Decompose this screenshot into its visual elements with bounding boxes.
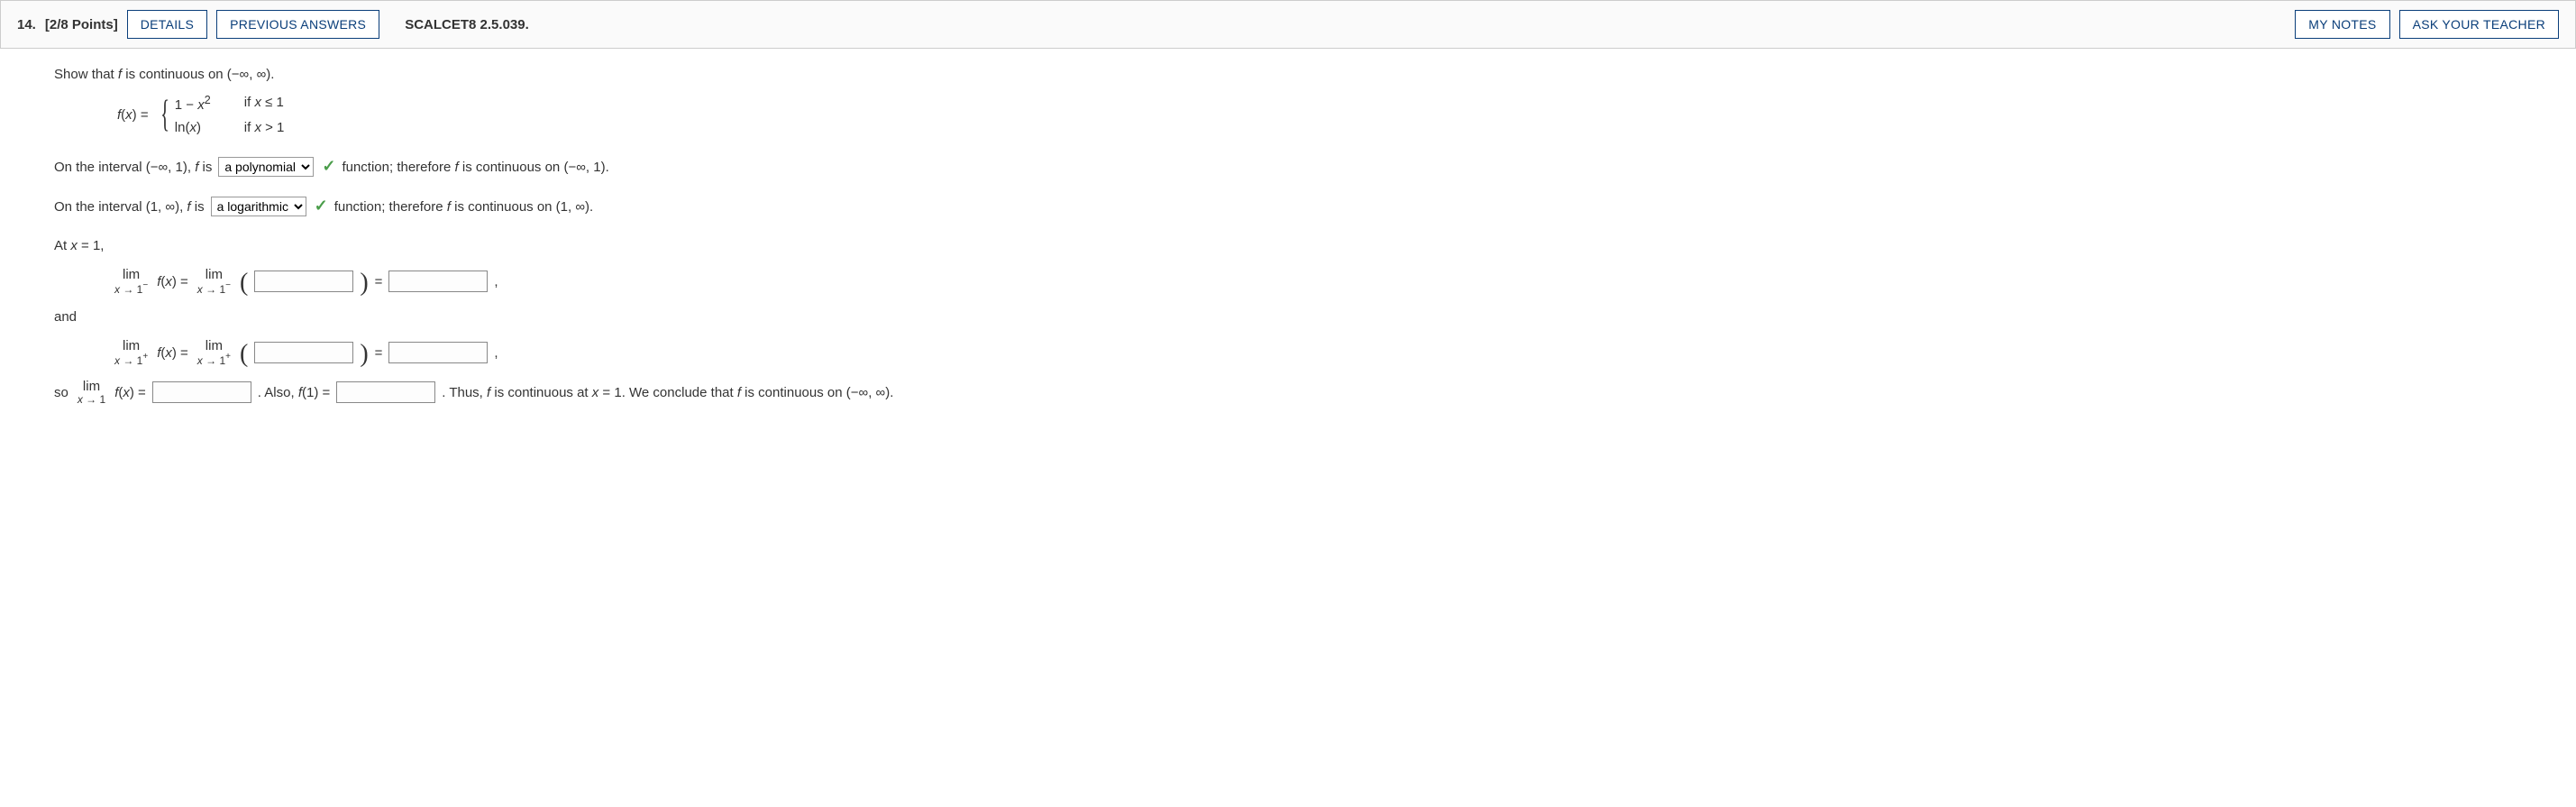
piecewise-definition: f(x) = { 1 − x2 if x ≤ 1 ln(x) if x > 1 bbox=[117, 93, 2522, 137]
question-header: 14. [2/8 Points] DETAILS PREVIOUS ANSWER… bbox=[0, 0, 2576, 49]
fx-lhs-eq: ) = bbox=[132, 107, 149, 123]
statement-line-1: On the interval (−∞, 1), f is a polynomi… bbox=[54, 153, 2522, 180]
piece2-x: x bbox=[189, 120, 196, 135]
lim-top: lim bbox=[83, 380, 100, 393]
and-label: and bbox=[54, 307, 2522, 326]
piece1-a: 1 − bbox=[175, 97, 197, 113]
lim-sub-arrow: → 1 bbox=[203, 354, 225, 367]
eq: = bbox=[134, 385, 146, 400]
l1-t4: is continuous on (−∞, 1). bbox=[459, 160, 609, 175]
comma: , bbox=[494, 344, 498, 362]
fx-lhs-x: x bbox=[125, 107, 132, 123]
also-b: (1) = bbox=[302, 385, 330, 400]
right-limit-row: lim x → 1+ f(x) = lim x → 1+ ( ) = , bbox=[112, 339, 2522, 366]
fx-x: x bbox=[165, 274, 172, 289]
two-sided-limit-input[interactable] bbox=[152, 381, 251, 403]
lim-sub-sign: + bbox=[142, 352, 148, 362]
paren-open-icon: ( bbox=[240, 345, 248, 363]
l1-t1: On the interval (−∞, 1), bbox=[54, 160, 195, 175]
lim-sub-arrow: → 1 bbox=[83, 393, 105, 406]
l1-t3: function; therefore bbox=[342, 160, 454, 175]
piece1-cond-x: x bbox=[254, 95, 261, 110]
previous-answers-button[interactable]: PREVIOUS ANSWERS bbox=[216, 10, 379, 39]
thus-c: = 1. We conclude that bbox=[598, 385, 737, 400]
left-limit-value-input[interactable] bbox=[388, 271, 488, 292]
check-icon: ✓ bbox=[322, 155, 335, 178]
l2-t4: is continuous on (1, ∞). bbox=[451, 199, 593, 215]
at-t2: = 1, bbox=[78, 238, 105, 253]
right-limit-expression-input[interactable] bbox=[254, 342, 353, 363]
question-content: Show that f is continuous on (−∞, ∞). f(… bbox=[0, 49, 2576, 436]
lim-notation: lim x → 1− bbox=[114, 268, 148, 295]
lim-notation: lim x → 1− bbox=[197, 268, 231, 295]
lim-top: lim bbox=[123, 268, 140, 281]
paren-open-icon: ( bbox=[240, 274, 248, 292]
check-icon: ✓ bbox=[315, 195, 328, 217]
piece1-cond-a: if bbox=[244, 95, 255, 110]
comma: , bbox=[494, 272, 498, 291]
thus-a: . Thus, bbox=[442, 385, 487, 400]
so-text: so bbox=[54, 383, 69, 402]
prompt-t2: is continuous on (−∞, ∞). bbox=[122, 67, 274, 82]
lim-top: lim bbox=[206, 339, 223, 353]
piece2-c: ) bbox=[196, 120, 201, 135]
brace-icon: { bbox=[160, 102, 169, 128]
l2-t1: On the interval (1, ∞), bbox=[54, 199, 187, 215]
lim-sub-arrow: → 1 bbox=[203, 283, 225, 296]
l2-t3: function; therefore bbox=[334, 199, 447, 215]
eq2: = bbox=[375, 272, 383, 291]
piece2-cond-x: x bbox=[254, 120, 261, 135]
piece1-cond-c: ≤ 1 bbox=[261, 95, 284, 110]
piece2-cond-c: > 1 bbox=[261, 120, 284, 135]
function-type-select-2[interactable]: a logarithmic a polynomial bbox=[211, 197, 306, 216]
conclusion-row: so lim x → 1 f(x) = . Also, f(1) = . Thu… bbox=[54, 379, 2522, 406]
piece2-a: ln( bbox=[175, 120, 190, 135]
piece1-x: x bbox=[197, 97, 205, 113]
ask-teacher-button[interactable]: ASK YOUR TEACHER bbox=[2399, 10, 2559, 39]
at-t1: At bbox=[54, 238, 70, 253]
function-type-select-1[interactable]: a polynomial a logarithmic bbox=[218, 157, 314, 177]
lim-notation: lim x → 1+ bbox=[114, 339, 148, 366]
my-notes-button[interactable]: MY NOTES bbox=[2295, 10, 2389, 39]
eq: = bbox=[177, 345, 188, 361]
question-number: 14. bbox=[17, 17, 36, 32]
also-a: . Also, bbox=[258, 385, 298, 400]
lim-notation: lim x → 1 bbox=[78, 380, 105, 405]
statement-line-2: On the interval (1, ∞), f is a logarithm… bbox=[54, 193, 2522, 220]
l2-t2: is bbox=[191, 199, 205, 215]
lim-top: lim bbox=[206, 268, 223, 281]
prompt-text: Show that f is continuous on (−∞, ∞). bbox=[54, 65, 2522, 84]
fx-x: x bbox=[165, 345, 172, 361]
l1-t2: is bbox=[198, 160, 212, 175]
prompt-t1: Show that bbox=[54, 67, 118, 82]
at-x: x bbox=[70, 238, 78, 253]
source-reference: SCALCET8 2.5.039. bbox=[405, 17, 529, 32]
lim-sub-arrow: → 1 bbox=[120, 354, 142, 367]
paren-close-icon: ) bbox=[360, 274, 368, 292]
lim-sub-sign: − bbox=[225, 280, 231, 290]
paren-close-icon: ) bbox=[360, 345, 368, 363]
points-label: [2/8 Points] bbox=[45, 17, 118, 32]
lim-sub-arrow: → 1 bbox=[120, 283, 142, 296]
details-button[interactable]: DETAILS bbox=[127, 10, 207, 39]
lim-sub-sign: − bbox=[142, 280, 148, 290]
left-limit-row: lim x → 1− f(x) = lim x → 1− ( ) = , bbox=[112, 268, 2522, 295]
f-of-1-input[interactable] bbox=[336, 381, 435, 403]
lim-top: lim bbox=[123, 339, 140, 353]
thus-d: is continuous on (−∞, ∞). bbox=[741, 385, 893, 400]
thus-b: is continuous at bbox=[490, 385, 592, 400]
left-limit-expression-input[interactable] bbox=[254, 271, 353, 292]
right-limit-value-input[interactable] bbox=[388, 342, 488, 363]
eq2: = bbox=[375, 344, 383, 362]
lim-notation: lim x → 1+ bbox=[197, 339, 231, 366]
piece1-exp: 2 bbox=[205, 94, 211, 106]
eq: = bbox=[177, 274, 188, 289]
piece2-cond-a: if bbox=[244, 120, 255, 135]
fx-x: x bbox=[123, 385, 130, 400]
lim-sub-sign: + bbox=[225, 352, 231, 362]
at-x-equals-1: At x = 1, bbox=[54, 236, 2522, 255]
